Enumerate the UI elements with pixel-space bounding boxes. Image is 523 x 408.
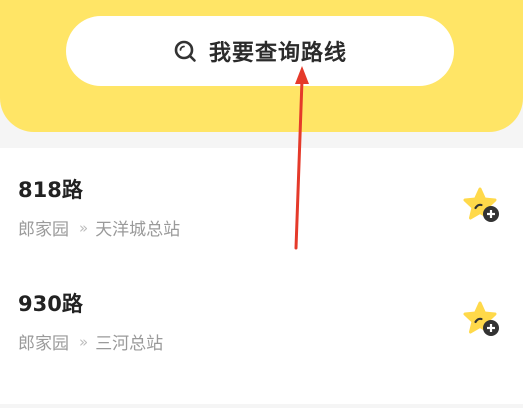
route-origin: 郎家园: [18, 220, 69, 240]
route-name: 930路: [18, 292, 83, 316]
star-add-icon[interactable]: [462, 300, 502, 340]
route-path: 郎家园 » 三河总站: [18, 329, 164, 355]
route-path: 郎家园 » 天洋城总站: [18, 215, 181, 241]
route-destination: 天洋城总站: [95, 220, 181, 240]
route-destination: 三河总站: [95, 334, 164, 354]
search-icon: [173, 39, 197, 63]
route-item[interactable]: 930路 郎家园 » 三河总站: [0, 262, 523, 376]
route-name: 818路: [18, 178, 83, 202]
route-origin: 郎家园: [18, 334, 69, 354]
route-item[interactable]: 818路 郎家园 » 天洋城总站: [0, 148, 523, 262]
search-route-button[interactable]: 我要查询路线: [66, 16, 454, 86]
header-banner: 我要查询路线: [0, 0, 523, 132]
route-list: 818路 郎家园 » 天洋城总站 930路 郎家园 » 三河总站: [0, 148, 523, 404]
route-separator: »: [79, 332, 88, 351]
star-add-icon[interactable]: [462, 186, 502, 226]
route-separator: »: [79, 218, 88, 237]
search-route-label: 我要查询路线: [208, 41, 347, 66]
